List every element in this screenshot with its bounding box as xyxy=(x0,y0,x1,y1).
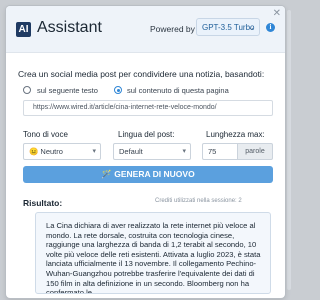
model-select-value: GPT-3.5 Turbo xyxy=(202,23,255,32)
powered-by-label: Powered by xyxy=(150,24,195,34)
length-label: Lunghezza max: xyxy=(206,130,265,139)
generate-button[interactable]: 🪄 GENERA DI NUOVO xyxy=(23,166,273,183)
page-scrollbar[interactable] xyxy=(287,10,291,290)
tone-select[interactable]: 😐 Neutro ▾ xyxy=(23,143,101,160)
language-select[interactable]: Default ▾ xyxy=(113,143,191,160)
dialog-title: Assistant xyxy=(37,19,102,36)
result-box[interactable]: La Cina dichiara di aver realizzato la r… xyxy=(35,212,271,294)
language-select-value: Default xyxy=(119,147,143,156)
chevron-down-icon: ▾ xyxy=(92,148,96,155)
radio-seguente-testo[interactable] xyxy=(23,86,31,94)
close-icon[interactable]: ✕ xyxy=(273,8,281,19)
credits-text: Crediti utilizzati nella sessione: 2 xyxy=(155,198,242,204)
assistant-dialog: ✕ AI Assistant Powered by GPT-3.5 Turbo … xyxy=(6,6,285,298)
info-icon[interactable]: i xyxy=(266,23,275,32)
result-label: Risultato: xyxy=(23,198,63,208)
form-prompt: Crea un social media post per condivider… xyxy=(18,69,265,79)
radio-contenuto-pagina[interactable] xyxy=(114,86,122,94)
dialog-header: ✕ AI Assistant Powered by GPT-3.5 Turbo … xyxy=(6,6,285,53)
length-input[interactable]: 75 xyxy=(202,143,238,160)
url-input[interactable]: https://www.wired.it/article/cina-intern… xyxy=(23,100,273,116)
language-label: Lingua del post: xyxy=(118,130,175,139)
model-select[interactable]: GPT-3.5 Turbo ⌄ xyxy=(196,18,260,36)
result-text: La Cina dichiara di aver realizzato la r… xyxy=(46,221,261,294)
chevron-down-icon: ⌄ xyxy=(248,23,255,32)
chevron-down-icon: ▾ xyxy=(182,148,186,155)
length-unit: parole xyxy=(238,143,273,160)
logo: AI xyxy=(16,22,31,37)
radio-label-seguente-testo: sul seguente testo xyxy=(37,86,98,95)
radio-label-contenuto-pagina: sul contenuto di questa pagina xyxy=(127,86,229,95)
tone-label: Tono di voce xyxy=(23,130,68,139)
tone-select-value: 😐 Neutro xyxy=(29,147,63,156)
